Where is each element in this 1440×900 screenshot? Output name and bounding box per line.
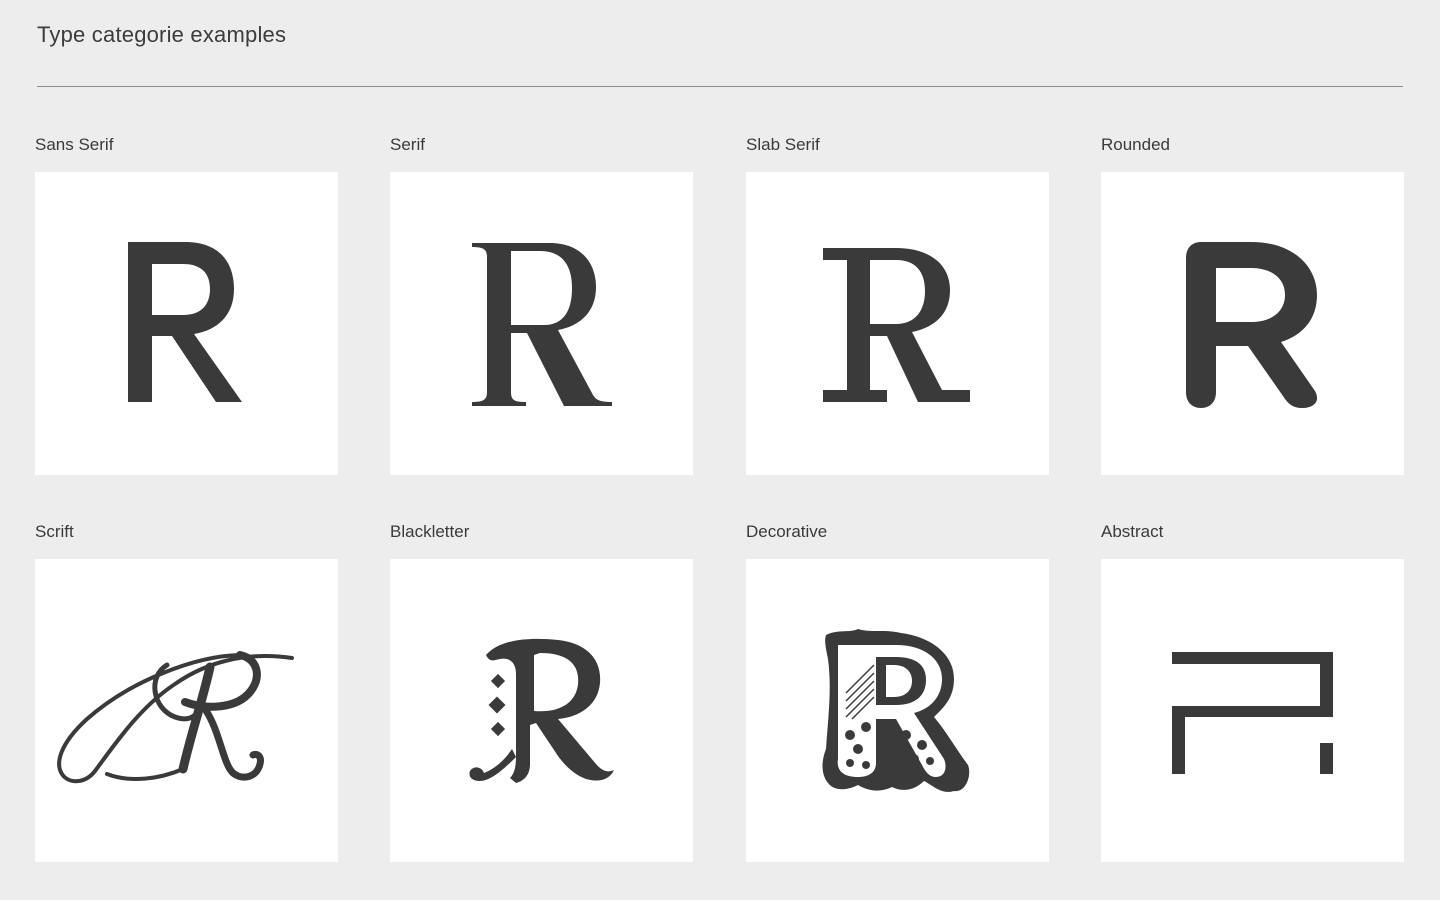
type-categories-page: Type categorie examples Sans Serif Serif… [0, 0, 1440, 900]
category-label: Scrift [35, 522, 74, 541]
category-tile[interactable] [746, 172, 1049, 475]
category-label: Serif [390, 135, 425, 154]
header-divider [37, 86, 1403, 87]
rounded-r-icon [1186, 242, 1318, 408]
script-r-icon [57, 651, 294, 784]
page-title: Type categorie examples [37, 22, 287, 47]
category-tile[interactable] [35, 172, 338, 475]
category-label: Decorative [746, 522, 828, 541]
category-label: Blackletter [390, 522, 470, 541]
serif-r-icon [472, 243, 612, 406]
category-label: Slab Serif [746, 135, 820, 154]
category-label: Sans Serif [35, 135, 114, 154]
category-tile[interactable] [1101, 172, 1404, 475]
category-tile[interactable] [1101, 559, 1404, 862]
decorative-r-icon [822, 629, 970, 792]
category-tile[interactable] [390, 559, 693, 862]
category-tile[interactable] [35, 559, 338, 862]
category-label: Abstract [1101, 522, 1164, 541]
slab-serif-r-icon [823, 248, 970, 402]
category-tile[interactable] [746, 559, 1049, 862]
category-tile[interactable] [390, 172, 693, 475]
sans-serif-r-icon [128, 242, 242, 402]
category-label: Rounded [1101, 135, 1171, 154]
blackletter-r-icon [469, 638, 614, 783]
abstract-r-icon [1172, 652, 1333, 774]
